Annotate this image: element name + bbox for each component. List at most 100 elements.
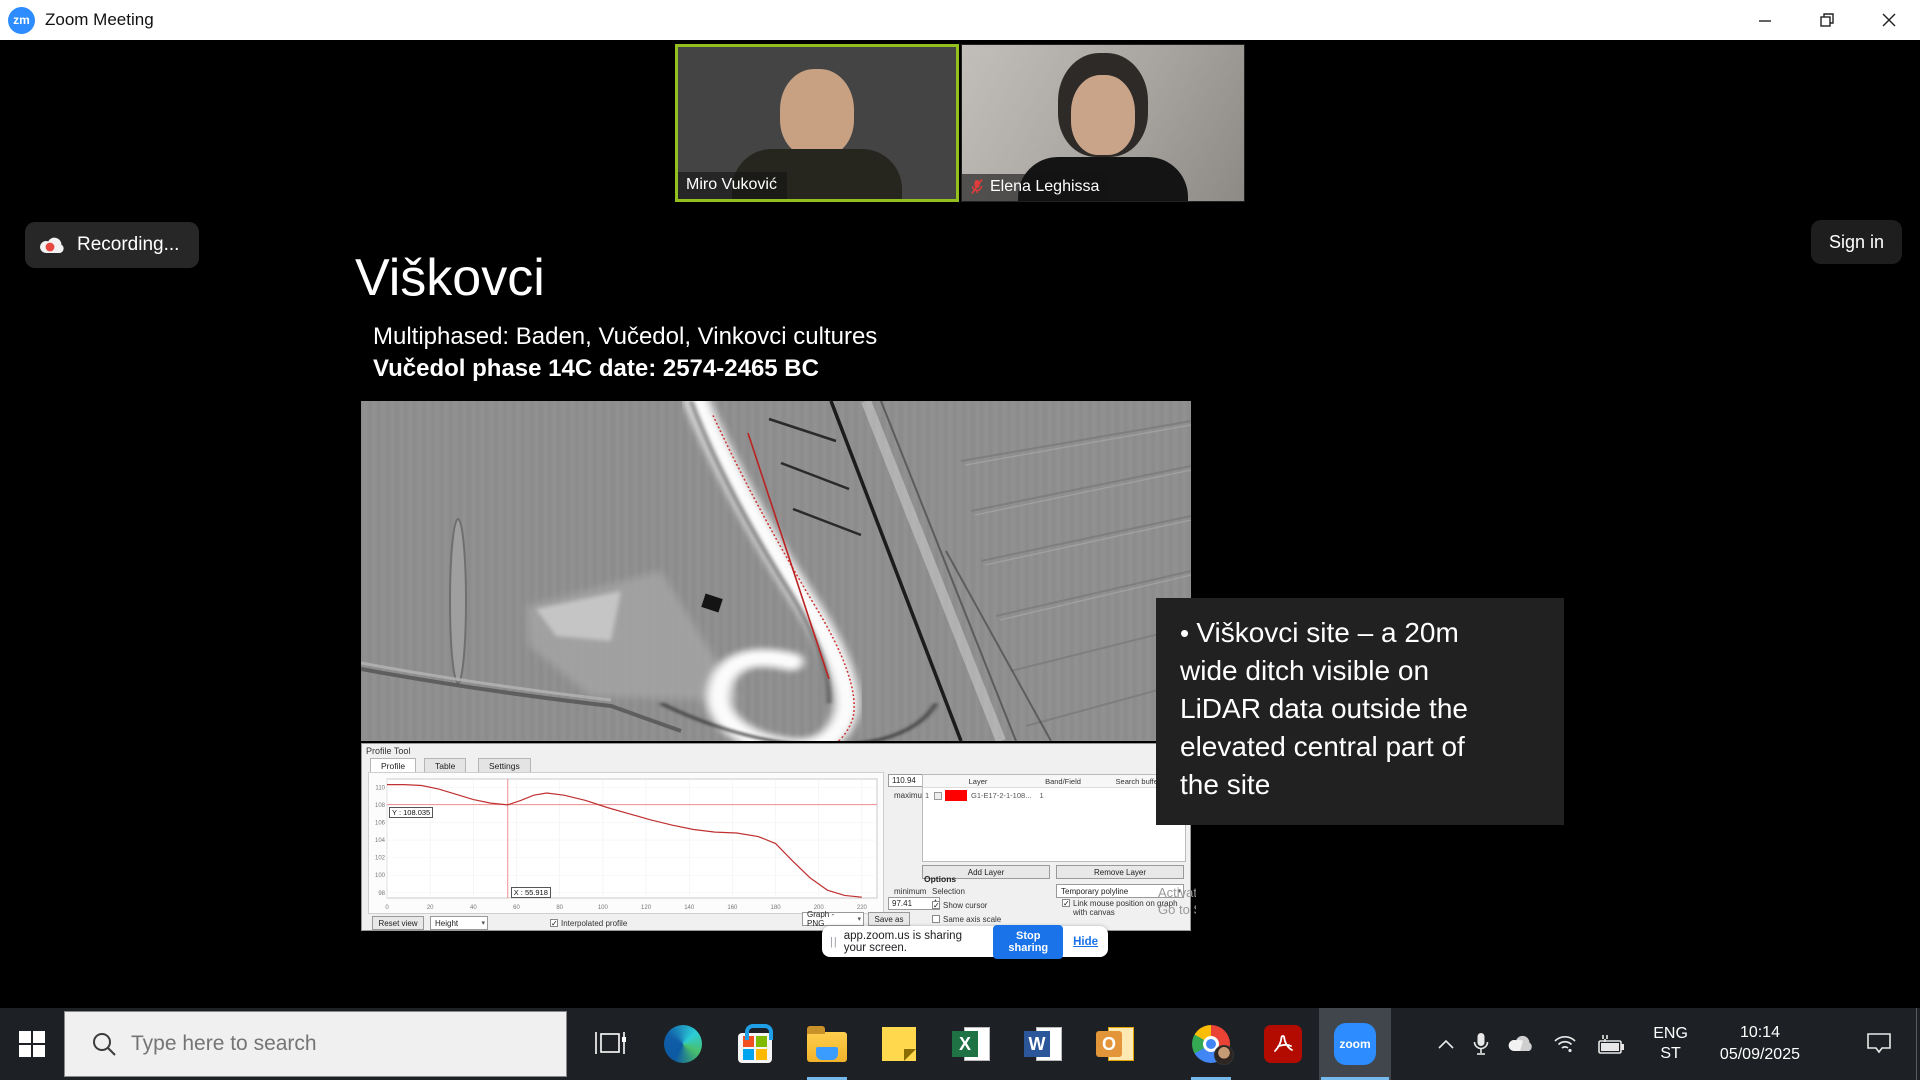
search-input[interactable] (131, 1032, 511, 1056)
svg-text:104: 104 (375, 838, 386, 844)
outlook-button[interactable]: O (1079, 1008, 1151, 1080)
minimize-button[interactable] (1734, 0, 1796, 40)
layer-color-swatch[interactable] (945, 790, 967, 801)
windows-taskbar: X W O (0, 1008, 1920, 1080)
layer-checkbox[interactable] (934, 792, 942, 800)
svg-text:98: 98 (378, 891, 385, 897)
battery-tray-icon[interactable] (1595, 1033, 1625, 1055)
svg-text:220: 220 (857, 905, 868, 911)
video-tile-miro[interactable]: Miro Vuković (675, 44, 959, 202)
edge-button[interactable] (647, 1008, 719, 1080)
layer-band: 1 (1039, 791, 1043, 800)
word-icon: W (1024, 1025, 1062, 1063)
stop-sharing-button[interactable]: Stop sharing (993, 925, 1063, 959)
chrome-icon (1192, 1025, 1230, 1063)
taskbar-clock[interactable]: 10:14 05/09/2025 (1720, 1022, 1800, 1066)
microsoft-store-button[interactable] (719, 1008, 791, 1080)
search-icon (91, 1031, 117, 1057)
slide-bullet-text: Viškovci site – a 20m wide ditch visible… (1180, 614, 1510, 804)
checkbox-icon (1062, 899, 1070, 907)
wifi-tray-icon[interactable] (1553, 1034, 1577, 1054)
profile-chart[interactable]: 0204060801001201401601802002209810010210… (369, 773, 883, 913)
acrobat-button[interactable] (1247, 1008, 1319, 1080)
chart-y-tooltip: Y : 108.035 (389, 807, 433, 818)
svg-text:106: 106 (375, 820, 386, 826)
svg-text:140: 140 (684, 905, 695, 911)
clock-time: 10:14 (1720, 1022, 1800, 1044)
task-view-button[interactable] (575, 1008, 647, 1080)
video-tile-elena[interactable]: Elena Leghissa (961, 44, 1245, 202)
tab-settings[interactable]: Settings (478, 758, 531, 772)
reset-view-button[interactable]: Reset view (372, 916, 424, 930)
checkbox-label: Show cursor (943, 901, 987, 910)
language-indicator[interactable]: ENG ST (1653, 1024, 1688, 1064)
file-explorer-button[interactable] (791, 1008, 863, 1080)
participant-silhouette (780, 69, 854, 157)
checkbox-icon (550, 919, 558, 927)
svg-text:100: 100 (375, 873, 386, 879)
onedrive-tray-icon[interactable] (1507, 1035, 1535, 1053)
hide-link[interactable]: Hide (1073, 936, 1098, 948)
slide-date-line: Vučedol phase 14C date: 2574-2465 BC (373, 355, 819, 383)
title-bar: zm Zoom Meeting (0, 0, 1920, 40)
hidden-icons-chevron[interactable] (1437, 1038, 1455, 1050)
word-button[interactable]: W (1007, 1008, 1079, 1080)
zoom-meeting-window: zm Zoom Meeting Miro Vuković (0, 0, 1920, 1080)
windows-activation-watermark: Activate Windows Go to Settings to activ… (1158, 884, 1196, 918)
participant-name: Elena Leghissa (990, 178, 1099, 196)
svg-text:160: 160 (727, 905, 738, 911)
sticky-notes-icon (882, 1027, 916, 1061)
layer-row[interactable]: 1 G1-E17-2-1-108... 1 (923, 788, 1185, 803)
recording-indicator[interactable]: Recording... (25, 222, 199, 268)
restore-icon (1820, 13, 1834, 27)
restore-button[interactable] (1796, 0, 1858, 40)
action-center-icon (1866, 1032, 1892, 1056)
language-code: ENG (1653, 1024, 1688, 1044)
profile-chart-frame: 0204060801001201401601802002209810010210… (368, 772, 884, 914)
chrome-button[interactable] (1175, 1008, 1247, 1080)
chart-x-tooltip: X : 55.918 (511, 887, 551, 898)
height-dropdown[interactable]: Height (430, 916, 488, 930)
svg-text:110: 110 (375, 785, 385, 791)
action-center-button[interactable] (1866, 1008, 1892, 1080)
recording-label: Recording... (77, 234, 179, 256)
graph-format-dropdown[interactable]: Graph - PNG (802, 912, 864, 926)
microphone-tray-icon[interactable] (1473, 1032, 1489, 1056)
show-desktop-button[interactable] (1916, 1008, 1920, 1080)
language-region: ST (1653, 1044, 1688, 1064)
watermark-line2: Go to Settings to activate Windows. (1158, 901, 1196, 918)
remove-layer-button[interactable]: Remove Layer (1056, 865, 1184, 879)
start-button[interactable] (0, 1008, 64, 1080)
minimize-icon (1758, 13, 1772, 27)
tab-table[interactable]: Table (424, 758, 466, 772)
participant-face (1071, 75, 1135, 155)
svg-text:100: 100 (598, 905, 609, 911)
excel-button[interactable]: X (935, 1008, 1007, 1080)
outlook-icon: O (1096, 1025, 1134, 1063)
svg-text:108: 108 (375, 803, 386, 809)
slide-title: Viškovci (355, 248, 545, 308)
sign-in-button[interactable]: Sign in (1811, 220, 1902, 264)
close-button[interactable] (1858, 0, 1920, 40)
file-explorer-icon (807, 1032, 847, 1062)
interpolated-profile-checkbox[interactable]: Interpolated profile (550, 919, 627, 928)
participant-name: Miro Vuković (686, 176, 777, 194)
meeting-content: Miro Vuković Elena Leghissa (0, 40, 1920, 1008)
share-message: app.zoom.us is sharing your screen. (844, 930, 986, 954)
taskbar-search[interactable] (64, 1011, 567, 1077)
participant-name-tag: Miro Vuković (678, 172, 787, 199)
lidar-image (361, 401, 1191, 741)
svg-text:120: 120 (641, 905, 652, 911)
profile-tool-title: Profile Tool (366, 746, 410, 756)
zoom-app-button[interactable]: zoom (1319, 1008, 1391, 1080)
acrobat-icon (1264, 1025, 1302, 1063)
sticky-notes-button[interactable] (863, 1008, 935, 1080)
layer-table-header: Layer Band/Field Search buffer (923, 775, 1185, 788)
drag-grip-icon[interactable]: || (830, 936, 838, 948)
minimum-value: 97.41 (892, 899, 912, 908)
save-as-button[interactable]: Save as (868, 912, 910, 926)
same-axis-checkbox[interactable]: Same axis scale (932, 915, 1001, 924)
show-cursor-checkbox[interactable]: Show cursor (932, 901, 987, 910)
tab-profile[interactable]: Profile (370, 758, 416, 772)
svg-text:102: 102 (375, 856, 386, 862)
